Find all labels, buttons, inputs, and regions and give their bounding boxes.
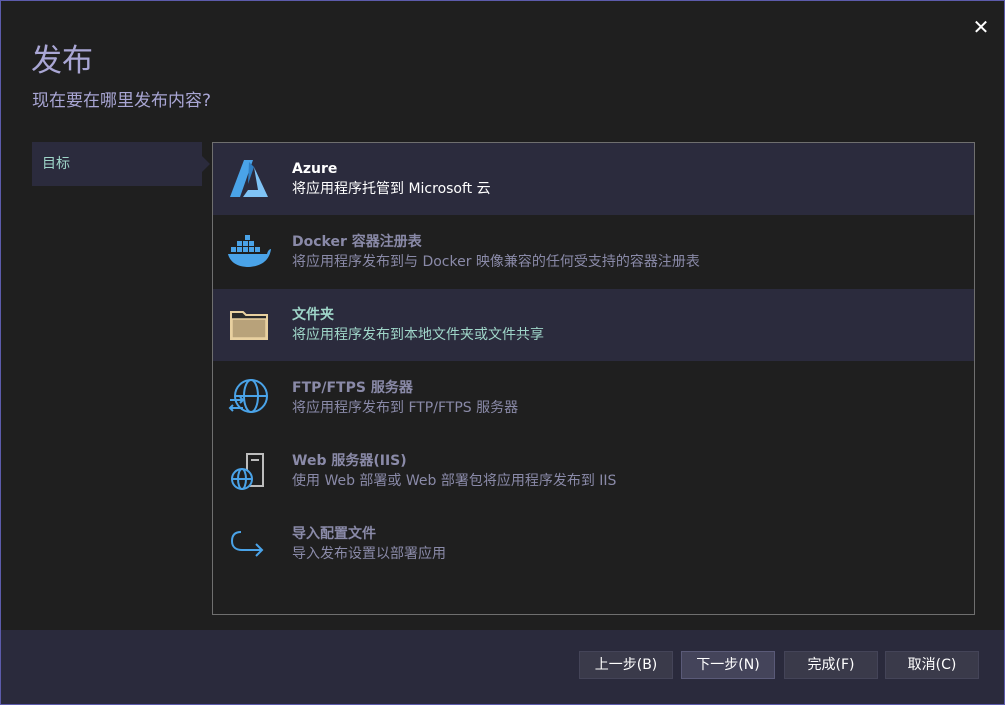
target-name: 导入配置文件 [292,526,376,542]
target-description: 将应用程序发布到 FTP/FTPS 服务器 [292,400,519,416]
web-server-icon [227,449,271,493]
target-description: 导入发布设置以部署应用 [292,546,446,562]
target-name: Azure [292,161,338,177]
target-docker[interactable]: Docker 容器注册表 将应用程序发布到与 Docker 映像兼容的任何受支持… [213,216,974,288]
target-list: Azure 将应用程序托管到 Microsoft 云 Docker 容器注册表 … [212,142,975,615]
close-button[interactable]: ✕ [969,15,993,39]
target-ftp[interactable]: FTP/FTPS 服务器 将应用程序发布到 FTP/FTPS 服务器 [213,362,974,434]
sidebar-item-label: 目标 [42,156,70,172]
target-description: 使用 Web 部署或 Web 部署包将应用程序发布到 IIS [292,473,617,489]
finish-button[interactable]: 完成(F) [784,651,878,679]
target-name: Web 服务器(IIS) [292,453,407,469]
target-name: FTP/FTPS 服务器 [292,380,413,396]
target-description: 将应用程序托管到 Microsoft 云 [292,181,491,197]
next-button[interactable]: 下一步(N) [681,651,775,679]
sidebar-item-target[interactable]: 目标 [32,142,210,186]
close-icon: ✕ [972,15,990,39]
import-arrow-icon [227,522,271,566]
target-name: Docker 容器注册表 [292,234,422,250]
dialog-title: 发布 [31,43,93,79]
dialog-subtitle: 现在要在哪里发布内容? [32,91,212,111]
target-azure[interactable]: Azure 将应用程序托管到 Microsoft 云 [213,143,974,215]
back-button[interactable]: 上一步(B) [579,651,673,679]
target-iis[interactable]: Web 服务器(IIS) 使用 Web 部署或 Web 部署包将应用程序发布到 … [213,435,974,507]
publish-dialog: ✕ 发布 现在要在哪里发布内容? 目标 Azure 将应用程序托管到 Micro… [0,0,1005,705]
folder-icon [227,303,271,347]
cancel-button[interactable]: 取消(C) [885,651,979,679]
globe-transfer-icon [227,376,271,420]
target-import-profile[interactable]: 导入配置文件 导入发布设置以部署应用 [213,508,974,580]
azure-icon [227,157,271,201]
target-name: 文件夹 [292,307,334,323]
docker-icon [227,230,271,274]
target-description: 将应用程序发布到本地文件夹或文件共享 [292,327,544,343]
target-description: 将应用程序发布到与 Docker 映像兼容的任何受支持的容器注册表 [292,254,700,270]
target-folder[interactable]: 文件夹 将应用程序发布到本地文件夹或文件共享 [213,289,974,361]
dialog-footer: 上一步(B) 下一步(N) 完成(F) 取消(C) [1,630,1004,704]
